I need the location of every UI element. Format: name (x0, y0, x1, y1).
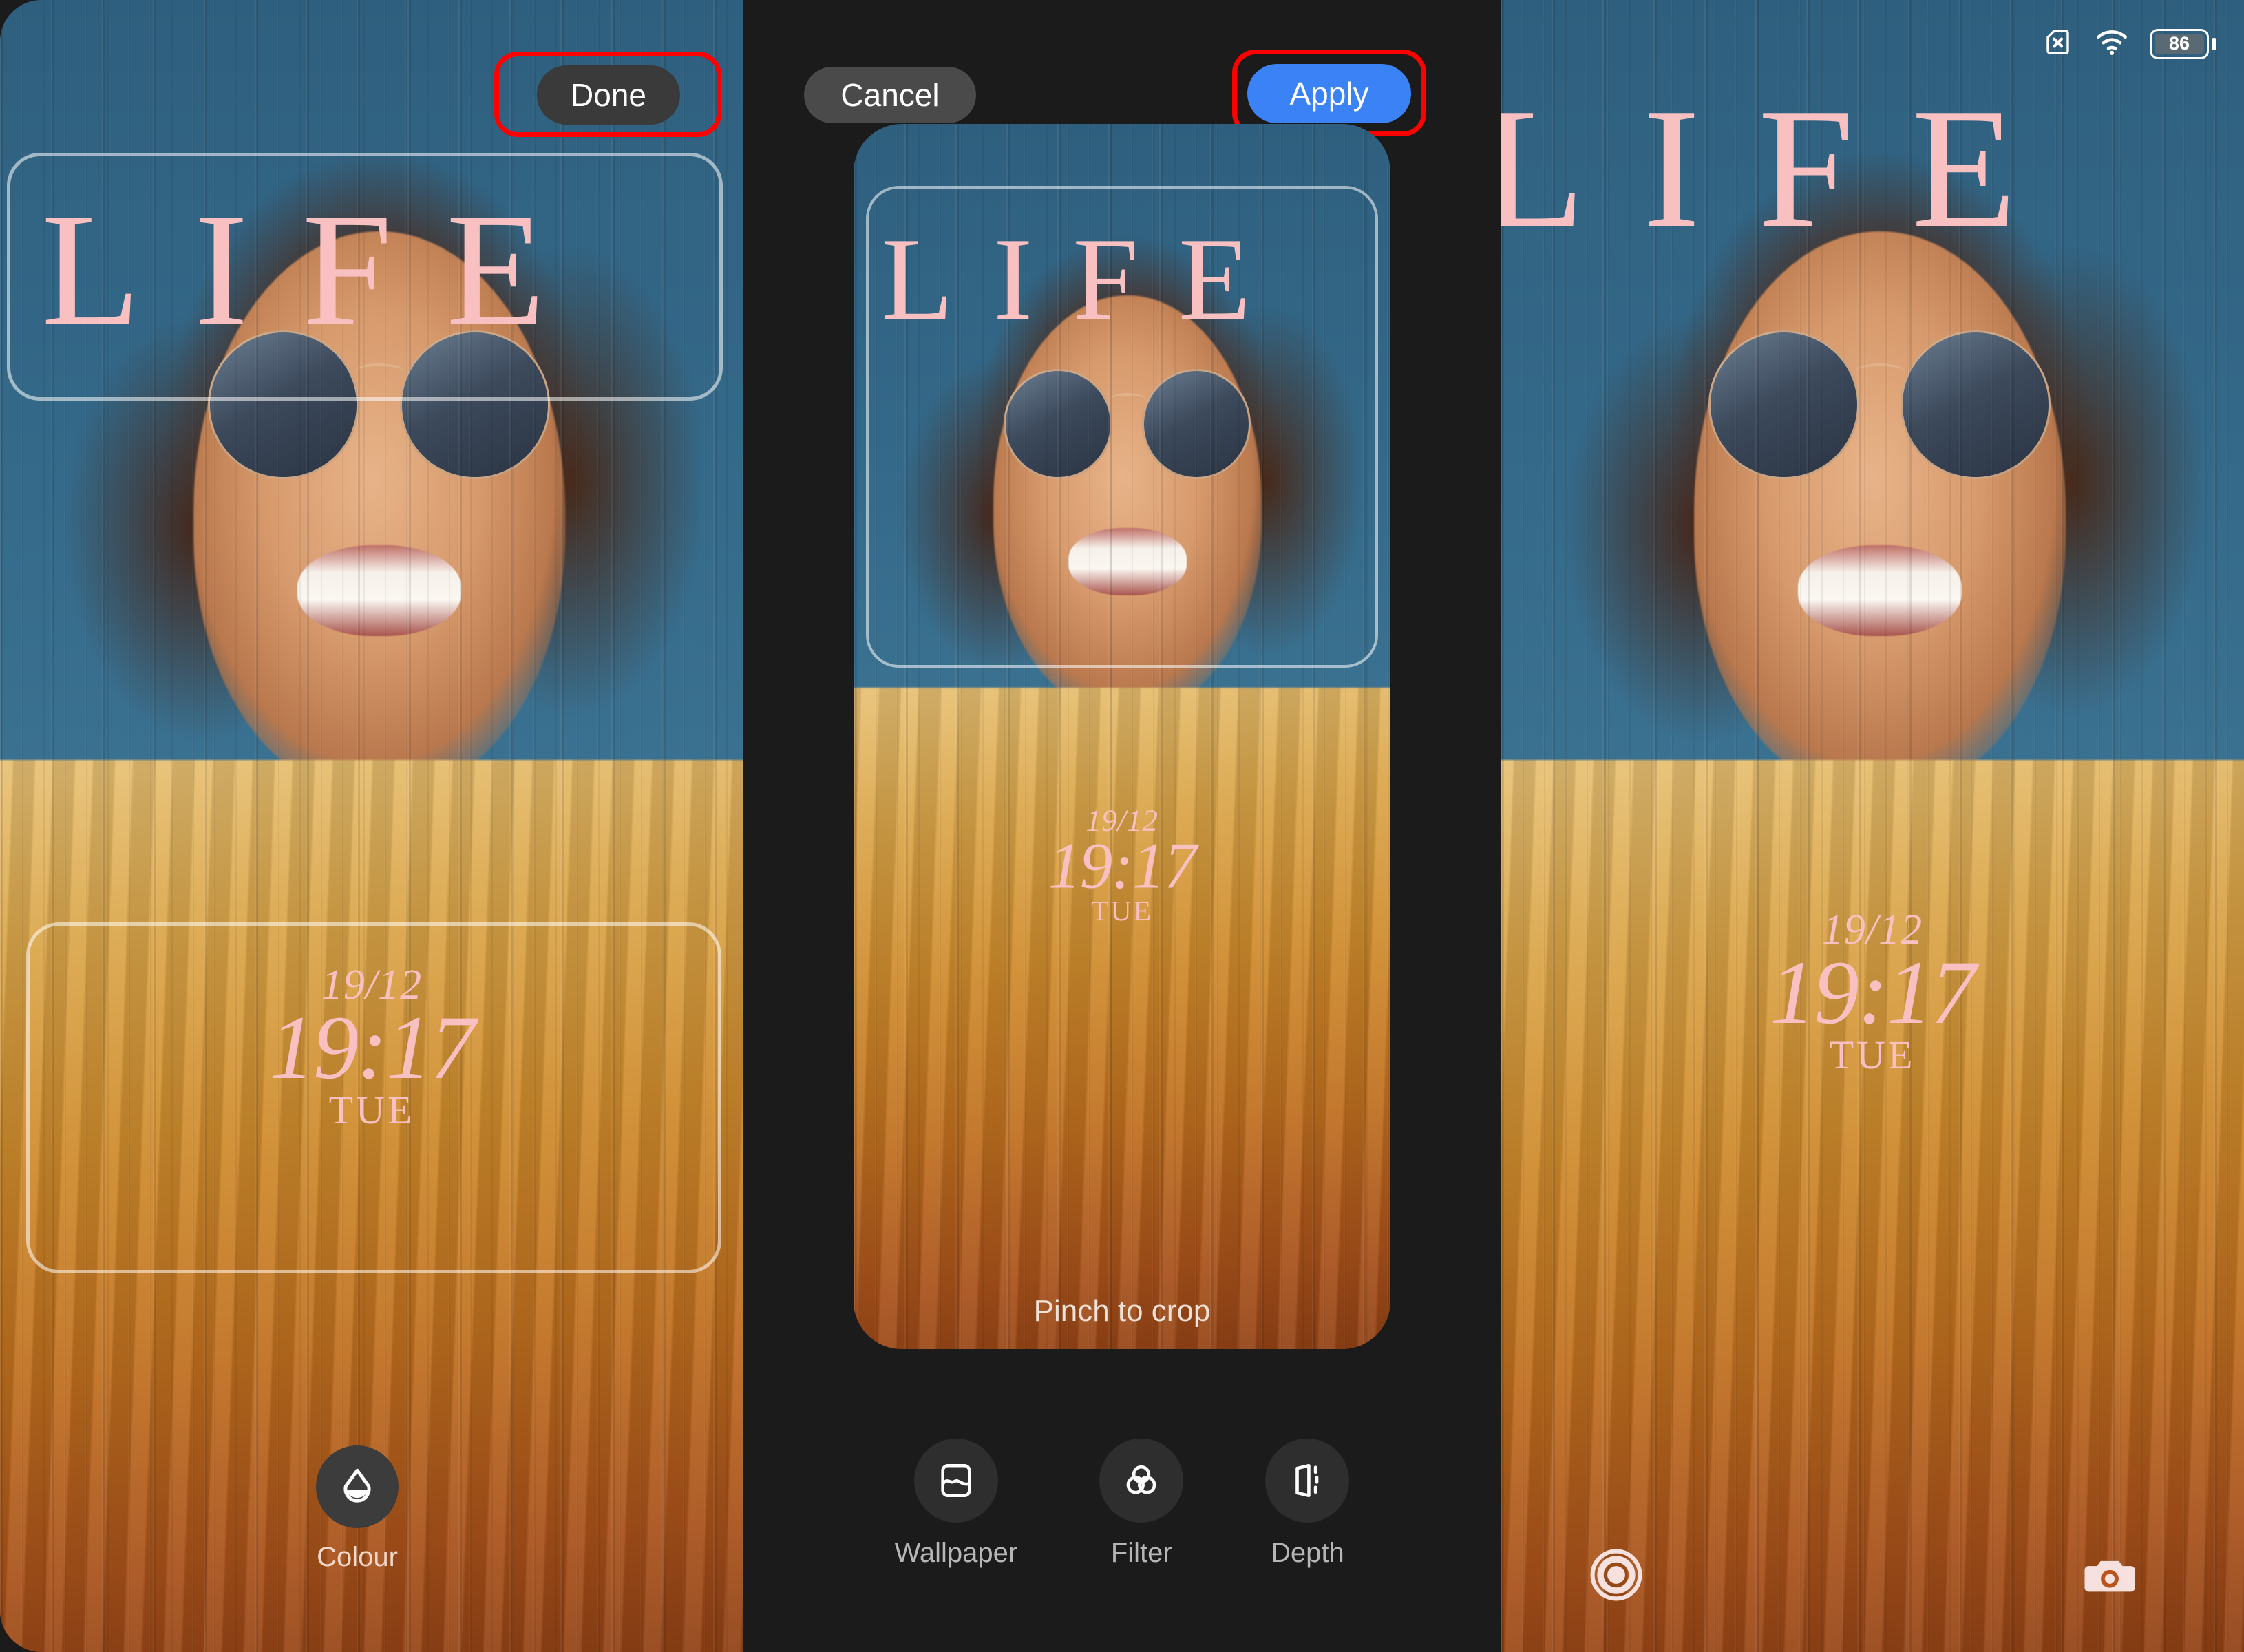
cancel-button[interactable]: Cancel (804, 67, 976, 123)
editor-toolbar: Wallpaper Filter Depth (854, 1439, 1390, 1569)
image-icon (913, 1439, 998, 1523)
wallpaper-garment (854, 687, 1390, 1349)
lock-screen-result-panel[interactable]: LIFE 19/12 19:17 TUE (1501, 0, 2244, 1652)
clock-day: TUE (328, 1088, 415, 1132)
wallpaper-smile (1068, 528, 1187, 596)
wallpaper-smile (297, 545, 461, 636)
battery-icon: 86 (2150, 28, 2216, 59)
tool-wallpaper-label: Wallpaper (894, 1538, 1018, 1568)
wallpaper-sunglasses (1004, 369, 1251, 480)
flashlight-shortcut-button[interactable] (1587, 1545, 1646, 1605)
flashlight-icon (1590, 1549, 1642, 1601)
battery-level-label: 86 (2155, 33, 2204, 54)
screen-root: LIFE 19/12 19:17 TUE Colour Done Cancel … (0, 0, 2244, 1652)
sunglass-bridge (1856, 363, 1904, 379)
camera-icon (2084, 1560, 2135, 1592)
sunglass-lens-right (1142, 369, 1251, 480)
done-button[interactable]: Done (537, 65, 680, 125)
wallpaper-title-preview: LIFE (881, 214, 1291, 345)
tool-depth[interactable]: Depth (1265, 1439, 1350, 1569)
wallpaper-title-edit: LIFE (41, 180, 600, 360)
cancel-button-label: Cancel (840, 77, 940, 113)
sunglass-lens-left (1004, 369, 1113, 480)
wallpaper-smile (1798, 545, 1962, 636)
tool-filter[interactable]: Filter (1099, 1439, 1184, 1569)
colour-button-label: Colour (317, 1542, 398, 1572)
colour-button[interactable]: Colour (316, 1446, 399, 1573)
apply-button-label: Apply (1289, 76, 1369, 112)
status-bar: 86 (2041, 25, 2216, 63)
clock-widget-edit[interactable]: 19/12 19:17 TUE (0, 964, 743, 1130)
wallpaper-title-result: LIFE (1501, 73, 2075, 264)
clock-widget-result: 19/12 19:17 TUE (1501, 909, 2244, 1075)
wallpaper-face (1693, 231, 2066, 793)
clock-time: 19:17 (1048, 829, 1197, 902)
tool-filter-label: Filter (1110, 1538, 1172, 1568)
battery-cap (2212, 37, 2216, 50)
tool-depth-label: Depth (1271, 1538, 1344, 1568)
filter-circles-icon (1099, 1439, 1184, 1523)
wallpaper-sunglasses (1708, 330, 2051, 479)
apply-button[interactable]: Apply (1247, 64, 1411, 123)
clock-time: 19:17 (1770, 942, 1976, 1043)
depth-layers-icon (1265, 1439, 1350, 1523)
clock-day: TUE (1829, 1032, 1916, 1077)
no-sim-icon (2041, 25, 2074, 62)
pinch-to-crop-hint: Pinch to crop (1033, 1294, 1211, 1328)
sunglass-lens-right (1900, 330, 2051, 479)
camera-shortcut-button[interactable] (2080, 1545, 2139, 1605)
sunglass-bridge (1110, 393, 1145, 404)
clock-day: TUE (1091, 894, 1153, 927)
sunglass-bridge (355, 363, 403, 379)
clock-time: 19:17 (269, 997, 476, 1098)
wallpaper-face (993, 295, 1262, 712)
clock-widget-preview: 19/12 19:17 TUE (929, 805, 1315, 925)
water-drop-icon (316, 1446, 399, 1528)
tool-wallpaper[interactable]: Wallpaper (894, 1439, 1018, 1569)
wallpaper-preview-panel[interactable]: LIFE 19/12 19:17 TUE (854, 124, 1390, 1349)
done-button-label: Done (571, 77, 646, 113)
wallpaper-edit-panel[interactable]: LIFE 19/12 19:17 TUE Colour (0, 0, 743, 1652)
wallpaper-garment (1501, 760, 2244, 1652)
sunglass-lens-left (1708, 330, 1859, 479)
wifi-icon (2095, 25, 2129, 63)
